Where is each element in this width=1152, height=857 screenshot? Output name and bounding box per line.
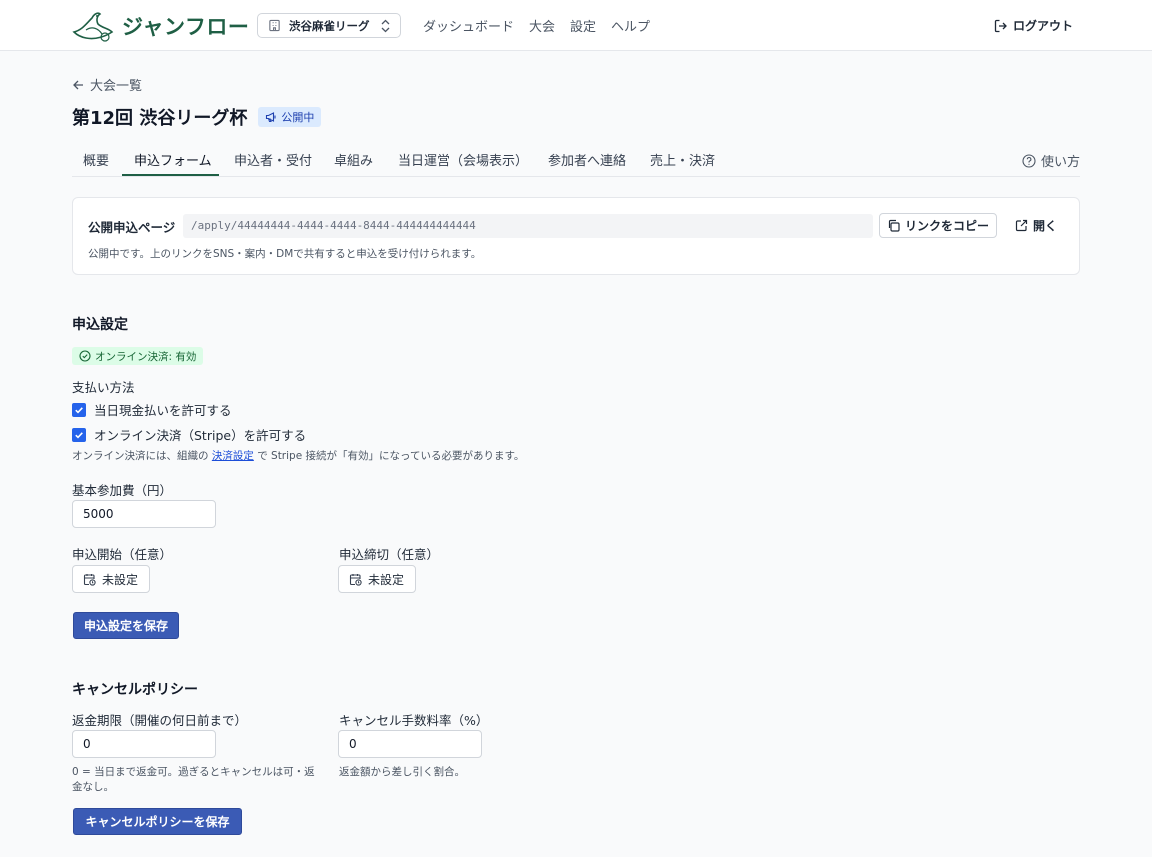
page-title: 第12回 渋谷リーグ杯: [72, 108, 248, 129]
open-link-label: 開く: [1033, 219, 1058, 233]
app-logo[interactable]: ジャンフロー: [72, 10, 249, 42]
back-label: 大会一覧: [90, 79, 143, 94]
online-payment-badge-label: オンライン決済: 有効: [95, 350, 197, 363]
cancel-fee-rate-input[interactable]: 0: [338, 730, 482, 758]
active-tab-indicator: [122, 174, 219, 176]
online-payment-hint: オンライン決済には、組織の 決済設定 で Stripe 接続が「有効」になってい…: [72, 449, 524, 464]
logout-label: ログアウト: [1013, 19, 1074, 33]
online-payment-label: オンライン決済（Stripe）を許可する: [94, 428, 307, 443]
nav-dashboard[interactable]: ダッシュボード: [423, 16, 514, 35]
tournament-tabs: 概要 申込フォーム 申込者・受付 卓組み 当日運営（会場表示） 参加者へ連絡 売…: [72, 140, 1080, 177]
copy-icon: [888, 219, 900, 232]
nav-tournaments[interactable]: 大会: [529, 16, 555, 35]
entry-deadline-value: 未設定: [368, 572, 405, 587]
cash-payment-label: 当日現金払いを許可する: [94, 403, 232, 418]
logout-icon: [994, 19, 1007, 32]
tab-table-assignment[interactable]: 卓組み: [334, 150, 373, 169]
cash-payment-checkbox[interactable]: [72, 402, 86, 417]
main-nav: ダッシュボード 大会 設定 ヘルプ: [423, 16, 665, 35]
megaphone-icon: [266, 112, 276, 123]
check-icon: [75, 431, 83, 439]
entry-deadline-date-picker[interactable]: 未設定: [338, 565, 416, 593]
entry-deadline-label: 申込締切（任意）: [339, 547, 440, 562]
status-badge-label: 公開中: [281, 111, 315, 124]
cancel-fee-rate-hint: 返金額から差し引く割合。: [339, 766, 465, 778]
tab-applicants[interactable]: 申込者・受付: [234, 150, 312, 169]
save-entry-settings-button[interactable]: 申込設定を保存: [73, 612, 179, 639]
check-icon: [75, 406, 83, 414]
base-fee-input[interactable]: 5000: [72, 500, 216, 528]
calendar-clock-icon: [349, 573, 362, 586]
bird-logo-icon: [72, 12, 114, 42]
tab-day-operations[interactable]: 当日運営（会場表示）: [398, 150, 528, 169]
nav-settings[interactable]: 設定: [570, 16, 596, 35]
arrow-left-icon: [73, 80, 83, 89]
chevrons-up-down-icon: [381, 19, 390, 33]
public-page-url[interactable]: /apply/44444444-4444-4444-8444-444444444…: [183, 214, 873, 238]
entry-start-value: 未設定: [102, 572, 139, 587]
entry-start-label: 申込開始（任意）: [72, 547, 173, 562]
public-page-label: 公開申込ページ: [88, 220, 176, 235]
back-to-tournaments-link[interactable]: 大会一覧: [72, 75, 142, 94]
cancel-policy-title: キャンセルポリシー: [72, 682, 198, 698]
top-header: ジャンフロー 渋谷麻雀リーグ ダッシュボード 大会 設定 ヘルプ ログアウト: [0, 0, 1152, 51]
help-circle-icon: [1022, 153, 1036, 168]
cancel-fee-rate-label: キャンセル手数料率（%）: [339, 713, 489, 728]
copy-link-label: リンクをコピー: [904, 219, 989, 233]
copy-link-button[interactable]: リンクをコピー: [879, 213, 997, 238]
hint-suffix: で Stripe 接続が「有効」になっている必要があります。: [257, 450, 525, 462]
payment-method-label: 支払い方法: [72, 380, 135, 395]
entry-settings-title: 申込設定: [72, 317, 128, 333]
organization-name: 渋谷麻雀リーグ: [289, 18, 370, 33]
help-link[interactable]: 使い方: [1022, 151, 1080, 170]
tab-sales-payments[interactable]: 売上・決済: [650, 150, 715, 169]
open-link-button[interactable]: 開く: [1015, 217, 1057, 234]
refund-deadline-input[interactable]: 0: [72, 730, 216, 758]
public-page-note: 公開中です。上のリンクをSNS・案内・DMで共有すると申込を受け付けられます。: [88, 248, 482, 260]
check-circle-icon: [79, 350, 91, 362]
logout-button[interactable]: ログアウト: [994, 17, 1073, 34]
page-title-row: 第12回 渋谷リーグ杯 公開中: [72, 104, 322, 130]
hint-prefix: オンライン決済には、組織の: [72, 450, 209, 462]
base-fee-label: 基本参加費（円）: [72, 483, 173, 498]
tab-contact-participants[interactable]: 参加者へ連絡: [548, 150, 626, 169]
payment-settings-link[interactable]: 決済設定: [212, 450, 254, 462]
status-badge: 公開中: [258, 107, 322, 127]
tab-entry-form[interactable]: 申込フォーム: [134, 150, 212, 169]
help-label: 使い方: [1040, 155, 1080, 170]
organization-selector[interactable]: 渋谷麻雀リーグ: [257, 13, 401, 38]
refund-deadline-hint: 0 = 当日まで返金可。過ぎるとキャンセルは可・返金なし。: [72, 766, 315, 793]
public-entry-page-card: 公開申込ページ /apply/44444444-4444-4444-8444-4…: [72, 197, 1080, 275]
external-link-icon: [1015, 219, 1028, 232]
entry-start-date-picker[interactable]: 未設定: [72, 565, 150, 593]
calendar-clock-icon: [83, 573, 96, 586]
building-icon: [269, 19, 280, 32]
tab-overview[interactable]: 概要: [83, 150, 109, 169]
refund-deadline-label: 返金期限（開催の何日前まで）: [72, 713, 248, 728]
save-cancel-policy-button[interactable]: キャンセルポリシーを保存: [73, 808, 242, 835]
online-payment-badge: オンライン決済: 有効: [72, 347, 204, 365]
online-payment-option[interactable]: オンライン決済（Stripe）を許可する: [72, 425, 306, 444]
cash-payment-option[interactable]: 当日現金払いを許可する: [72, 400, 232, 419]
app-name: ジャンフロー: [122, 15, 250, 39]
online-payment-checkbox[interactable]: [72, 427, 86, 442]
nav-help[interactable]: ヘルプ: [611, 16, 650, 35]
